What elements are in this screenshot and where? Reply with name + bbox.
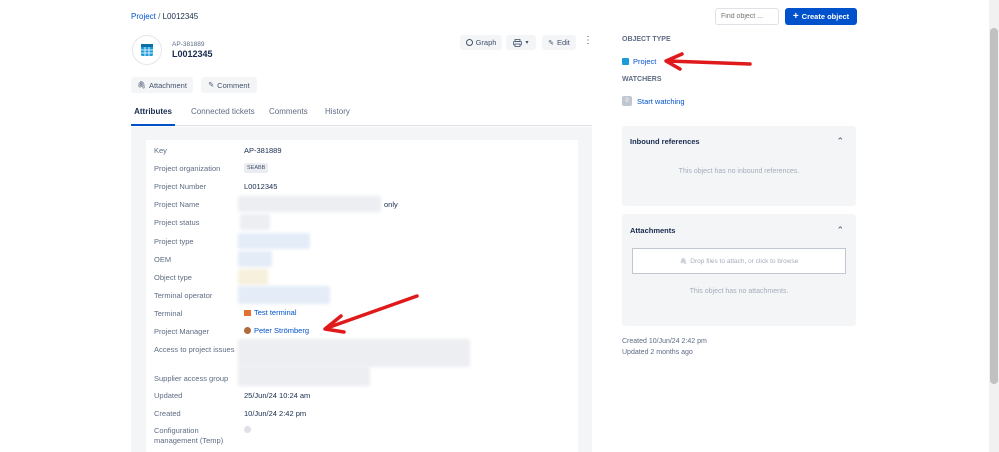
- attr-updated-label: Updated: [154, 391, 183, 400]
- breadcrumb-current: L0012345: [162, 12, 199, 21]
- attachment-label: Attachment: [148, 80, 187, 90]
- edit-label: Edit: [556, 38, 570, 47]
- attr-type-redacted: [238, 233, 310, 249]
- attachments-title: Attachments: [630, 226, 676, 235]
- terminal-icon: [244, 309, 251, 316]
- updated-meta: Updated 2 months ago: [622, 349, 693, 356]
- attr-manager-value[interactable]: Peter Strömberg: [244, 326, 309, 335]
- comment-icon: ✎: [208, 82, 215, 89]
- watch-count-badge: 0: [622, 96, 632, 106]
- attr-name-label: Project Name: [154, 200, 200, 209]
- print-button[interactable]: ▾: [506, 35, 536, 50]
- chevron-up-icon[interactable]: ⌃: [836, 136, 844, 147]
- tab-connected-tickets[interactable]: Connected tickets: [191, 107, 255, 116]
- file-drop-zone[interactable]: 🖇 Drop files to attach, or click to brow…: [632, 248, 846, 274]
- inbound-references-panel: Inbound references ⌃ This object has no …: [622, 126, 856, 206]
- attr-terminal-operator-label: Terminal operator: [154, 291, 213, 300]
- table-icon: [141, 44, 153, 56]
- attr-status-redacted: [240, 214, 270, 230]
- tab-attributes[interactable]: Attributes: [131, 104, 175, 126]
- inbound-references-title: Inbound references: [630, 137, 700, 146]
- attr-supplier-redacted: [238, 366, 370, 386]
- object-type-avatar: [132, 35, 162, 65]
- attr-config-label-line2: management (Temp): [154, 436, 224, 445]
- attr-status-label: Project status: [154, 218, 200, 227]
- create-object-label: Create object: [801, 12, 850, 21]
- attr-number-label: Project Number: [154, 182, 207, 191]
- attr-manager-label: Project Manager: [154, 327, 210, 336]
- user-avatar-icon: [244, 327, 251, 334]
- attr-oem-redacted: [238, 251, 272, 267]
- graph-icon: [465, 39, 473, 46]
- breadcrumb-parent-link[interactable]: Project: [131, 12, 156, 21]
- attr-type-label: Project type: [154, 237, 194, 246]
- graph-label: Graph: [475, 38, 497, 47]
- comment-label: Comment: [217, 80, 250, 90]
- drop-zone-text: Drop files to attach, or click to browse: [690, 257, 799, 265]
- annotation-arrow-object-type: [664, 52, 752, 71]
- chevron-up-icon[interactable]: ⌃: [836, 225, 844, 236]
- attachments-empty-text: This object has no attachments.: [689, 288, 789, 295]
- attr-access-label: Access to project issues: [154, 345, 235, 354]
- tab-attributes-label: Attributes: [134, 107, 172, 116]
- object-name: L0012345: [172, 49, 213, 59]
- attr-access-redacted: [238, 339, 470, 367]
- attr-supplier-label: Supplier access group: [154, 374, 229, 383]
- terminal-link: Test terminal: [254, 308, 297, 317]
- attr-object-type-redacted: [238, 269, 268, 285]
- attr-config-label-line1: Configuration: [154, 426, 199, 435]
- create-object-button[interactable]: + Create object: [785, 8, 857, 25]
- annotation-arrow-manager: [323, 294, 419, 334]
- object-type-link: Project: [633, 57, 657, 66]
- plus-icon: +: [792, 10, 799, 22]
- paperclip-icon: 🖇: [679, 258, 688, 265]
- start-watching-link[interactable]: Start watching: [637, 97, 685, 106]
- tab-comments-label: Comments: [269, 107, 308, 116]
- search-input[interactable]: [715, 8, 779, 25]
- more-actions-icon[interactable]: ⋮: [583, 36, 593, 46]
- object-key: AP-381889: [172, 41, 205, 48]
- attr-org-badge[interactable]: SEABB: [244, 163, 269, 173]
- created-meta: Created 10/Jun/24 2:42 pm: [622, 338, 707, 345]
- chevron-down-icon: ▾: [525, 40, 529, 46]
- graph-button[interactable]: Graph: [460, 35, 502, 50]
- attr-number-value: L0012345: [244, 182, 278, 191]
- attachments-panel: Attachments ⌃ 🖇 Drop files to attach, or…: [622, 214, 856, 326]
- paperclip-icon: 🖇: [137, 82, 146, 89]
- inbound-empty-text: This object has no inbound references.: [678, 168, 800, 175]
- pencil-icon: ✎: [548, 39, 554, 47]
- tab-bar: Attributes Connected tickets Comments Hi…: [131, 104, 592, 126]
- manager-link: Peter Strömberg: [254, 326, 310, 335]
- tab-history[interactable]: History: [325, 107, 350, 116]
- scrollbar-thumb[interactable]: [990, 28, 998, 384]
- object-type-value[interactable]: Project: [622, 57, 656, 66]
- attr-created-value: 10/Jun/24 2:42 pm: [244, 409, 307, 418]
- attr-config-label: Configuration management (Temp): [154, 426, 223, 446]
- comment-button[interactable]: ✎ Comment: [201, 77, 257, 93]
- attr-name-redacted: [238, 196, 381, 212]
- config-toggle[interactable]: [244, 426, 251, 433]
- edit-button[interactable]: ✎ Edit: [542, 35, 576, 50]
- tab-connected-tickets-label: Connected tickets: [191, 107, 255, 116]
- attr-key-label: Key: [154, 146, 167, 155]
- attr-terminal-label: Terminal: [154, 309, 183, 318]
- attr-object-type-label: Object type: [154, 273, 192, 282]
- watchers-heading: WATCHERS: [622, 76, 662, 83]
- page-scrollbar[interactable]: [989, 0, 999, 452]
- breadcrumb-separator: /: [158, 12, 161, 21]
- attr-org-label: Project organization: [154, 164, 221, 173]
- breadcrumb: Project / L0012345: [131, 12, 198, 21]
- attr-terminal-value[interactable]: Test terminal: [244, 308, 297, 317]
- object-type-heading: OBJECT TYPE: [622, 36, 671, 43]
- attr-updated-value: 25/Jun/24 10:24 am: [244, 391, 311, 400]
- tab-history-label: History: [325, 107, 350, 116]
- attachment-button[interactable]: 🖇 Attachment: [131, 77, 193, 93]
- attr-oem-label: OEM: [154, 255, 172, 264]
- printer-icon: [513, 38, 523, 47]
- attr-key-value: AP-381889: [244, 146, 282, 155]
- tab-comments[interactable]: Comments: [269, 107, 308, 116]
- project-type-icon: [622, 58, 629, 65]
- attr-name-suffix: only: [384, 200, 398, 209]
- attr-created-label: Created: [154, 409, 181, 418]
